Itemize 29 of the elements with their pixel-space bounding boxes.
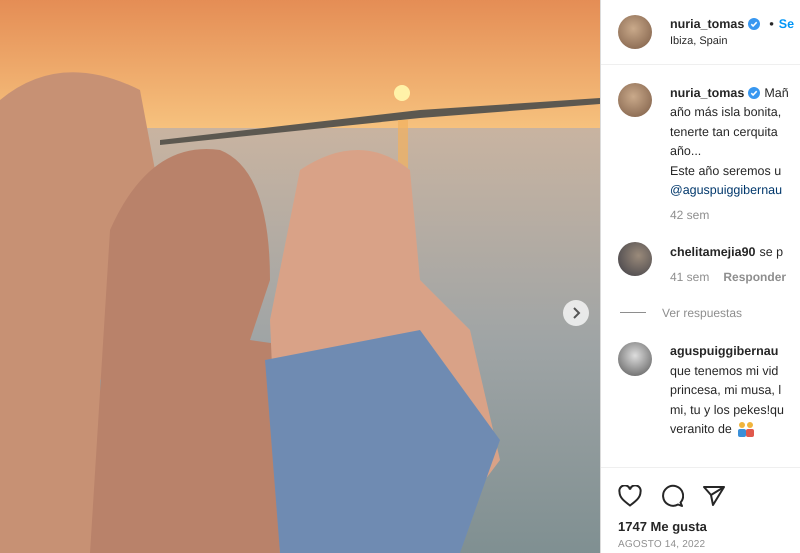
comment-time: 41 sem xyxy=(670,270,710,284)
comment-text: tenerte tan cerquita xyxy=(670,124,778,139)
comment-text: veranito de xyxy=(670,422,732,436)
post-username[interactable]: nuria_tomas xyxy=(670,17,744,31)
comment-icon[interactable] xyxy=(660,484,684,508)
avatar[interactable] xyxy=(618,242,652,276)
chevron-right-icon xyxy=(571,307,581,319)
comment-text: mi, tu y los pekes!qu xyxy=(670,402,784,417)
comment-username[interactable]: aguspuiggibernau xyxy=(670,344,778,358)
avatar[interactable] xyxy=(618,342,652,376)
comment-text: año... xyxy=(670,144,702,158)
comment-text: se p xyxy=(759,244,784,259)
comment-text: año más isla bonita, xyxy=(670,105,782,120)
heart-icon[interactable] xyxy=(618,485,642,507)
post-date: AGOSTO 14, 2022 xyxy=(617,538,706,550)
location-link[interactable]: Ibiza, Spain xyxy=(670,35,794,47)
comment-time: 42 sem xyxy=(670,208,710,222)
comment-text: Este año seremos u xyxy=(670,164,782,178)
comment-text: Mañ xyxy=(764,86,789,100)
avatar[interactable] xyxy=(618,15,652,49)
separator-dot: • xyxy=(769,17,774,31)
comment-username[interactable]: nuria_tomas xyxy=(670,86,744,100)
share-icon[interactable] xyxy=(702,485,726,507)
avatar[interactable] xyxy=(618,83,652,117)
comment-text: que tenemos mi vid xyxy=(670,364,778,378)
comment-text: princesa, mi musa, l xyxy=(670,383,782,398)
mention-link[interactable]: @aguspuiggibernau xyxy=(670,183,782,198)
likes-count[interactable]: 1747 Me gusta xyxy=(601,508,800,534)
comment-username[interactable]: chelitamejia90 xyxy=(670,244,756,259)
